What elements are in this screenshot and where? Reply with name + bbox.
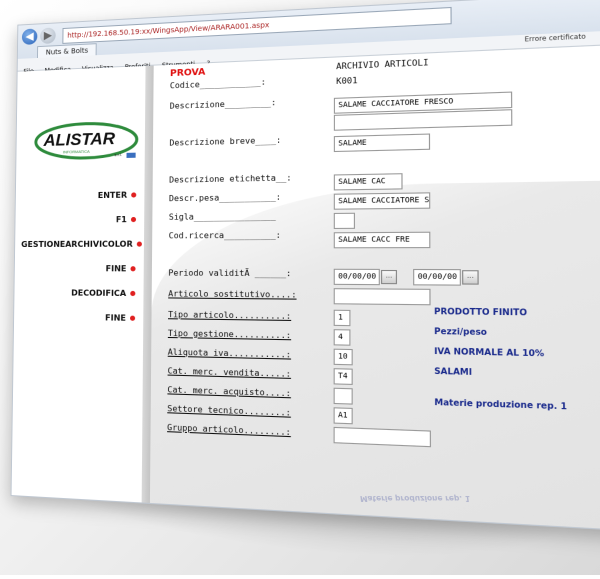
- page-title: PROVA: [170, 67, 206, 79]
- label-descrizione-etichetta: Descrizione etichetta__:: [169, 173, 292, 185]
- sidebar-item-label: FINE: [105, 313, 126, 323]
- browser-window: ◀ ▶ http://192.168.50.19:xx/WingsApp/Vie…: [11, 0, 600, 533]
- label-descrizione: Descrizione_________:: [170, 98, 277, 111]
- sidebar-item-f1[interactable]: F1: [116, 215, 136, 224]
- label-cod-ricerca: Cod.ricerca__________:: [169, 230, 281, 240]
- cat-merc-vendita-field[interactable]: T4: [334, 368, 353, 385]
- reflection-text: Materie produzione rep. 1: [359, 494, 470, 503]
- label-codice: Codice____________:: [170, 77, 266, 90]
- bullet-icon: [131, 217, 136, 222]
- label-tipo-articolo: Tipo articolo..........:: [168, 310, 291, 321]
- sidebar-item-decodifica[interactable]: DECODIFICA: [71, 288, 135, 298]
- label-articolo-sostitutivo: Articolo sostitutivo....:: [168, 289, 296, 300]
- logo-srl: s.r.l.: [114, 152, 121, 157]
- form-header: ARCHIVIO ARTICOLI: [336, 58, 428, 72]
- cat-merc-acquisto-field[interactable]: [334, 388, 353, 405]
- label-descrizione-breve: Descrizione breve____:: [169, 135, 281, 147]
- periodo-da-lookup-button[interactable]: ...: [381, 270, 397, 284]
- aliquota-iva-field[interactable]: 10: [334, 349, 353, 366]
- periodo-a-field[interactable]: 00/00/00: [413, 269, 461, 286]
- logo-text: ALISTAR: [43, 128, 116, 150]
- bullet-icon: [130, 291, 135, 296]
- sidebar-item-label: GESTIONEARCHIVICOLOR: [21, 240, 133, 249]
- sidebar-item-label: FINE: [106, 264, 127, 273]
- periodo-a-lookup-button[interactable]: ...: [462, 270, 479, 284]
- label-descr-pesa: Descr.pesa___________:: [169, 192, 281, 203]
- nav-buttons: ◀ ▶: [22, 27, 56, 45]
- cat-merc-vendita-decode: SALAMI: [434, 366, 472, 377]
- articolo-sostitutivo-field[interactable]: [334, 288, 431, 305]
- bullet-icon: [130, 316, 135, 321]
- sidebar: ALISTAR INFORMATICA s.r.l. ENTER F1 GEST…: [12, 66, 146, 502]
- tipo-articolo-decode: PRODOTTO FINITO: [434, 306, 527, 317]
- alistar-logo: ALISTAR INFORMATICA s.r.l.: [34, 119, 139, 162]
- logo-sub: INFORMATICA: [63, 149, 90, 155]
- forward-icon[interactable]: ▶: [40, 27, 56, 44]
- tipo-gestione-decode: Pezzi/peso: [434, 326, 487, 337]
- descr-pesa-field[interactable]: SALAME CACCIATORE SC: [334, 192, 431, 209]
- sidebar-item-enter[interactable]: ENTER: [98, 190, 137, 200]
- sidebar-item-label: DECODIFICA: [71, 288, 126, 298]
- label-periodo-validita: Periodo validitÃ ______:: [168, 268, 291, 278]
- sidebar-item-fine-2[interactable]: FINE: [105, 313, 135, 323]
- sidebar-item-label: F1: [116, 215, 127, 224]
- periodo-da-field[interactable]: 00/00/00: [334, 269, 380, 285]
- label-sigla: Sigla________________: [169, 211, 276, 221]
- mirror-reflection: Materie produzione rep. 1: [359, 494, 470, 503]
- value-codice: K001: [336, 76, 357, 86]
- tipo-gestione-field[interactable]: 4: [334, 329, 351, 346]
- sidebar-item-fine[interactable]: FINE: [106, 264, 136, 273]
- page-content: ALISTAR INFORMATICA s.r.l. ENTER F1 GEST…: [12, 44, 600, 532]
- bullet-icon: [131, 192, 136, 197]
- article-form: PROVA ARCHIVIO ARTICOLI Codice__________…: [150, 44, 600, 532]
- tipo-articolo-field[interactable]: 1: [334, 310, 351, 326]
- bullet-icon: [137, 242, 142, 247]
- sidebar-item-label: ENTER: [98, 191, 127, 201]
- cod-ricerca-field[interactable]: SALAME CACC FRE: [334, 232, 431, 249]
- sigla-field[interactable]: [334, 213, 355, 229]
- settore-tecnico-field[interactable]: A1: [334, 407, 353, 424]
- back-icon[interactable]: ◀: [22, 28, 38, 45]
- sidebar-item-gestionearchivicolor[interactable]: GESTIONEARCHIVICOLOR: [21, 239, 142, 249]
- descrizione-etichetta-field[interactable]: SALAME CAC: [334, 173, 403, 190]
- descrizione-breve-field[interactable]: SALAME: [334, 133, 430, 152]
- bullet-icon: [130, 266, 135, 271]
